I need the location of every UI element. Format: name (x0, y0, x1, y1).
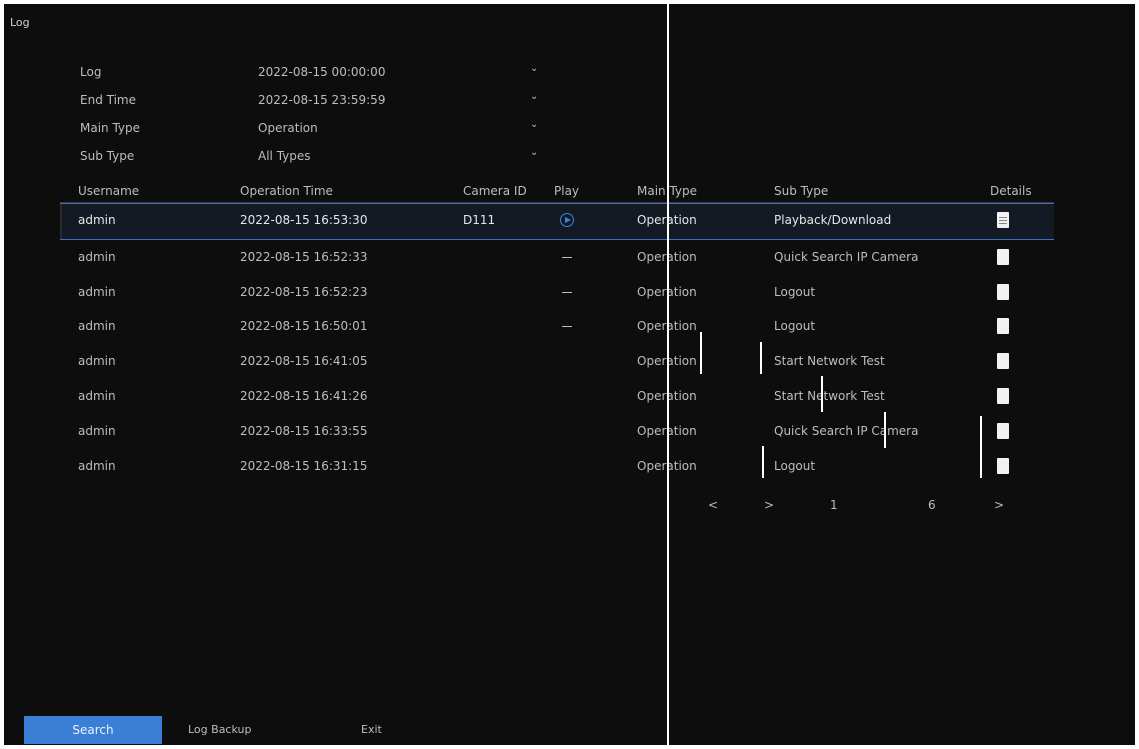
selection-edge (60, 204, 62, 239)
cell-sub-type: Playback/Download (774, 213, 892, 227)
table-row[interactable]: admin 2022-08-15 16:52:23 Operation Logo… (60, 276, 1054, 311)
filter-start-time[interactable]: Log 2022-08-15 00:00:00 ⌄ (80, 62, 560, 84)
play-unavailable-dash (562, 326, 572, 327)
search-button[interactable]: Search (24, 716, 162, 744)
table-row[interactable]: admin 2022-08-15 16:41:05 Operation Star… (60, 345, 1054, 380)
details-icon[interactable] (997, 212, 1009, 228)
play-unavailable-dash (562, 257, 572, 258)
cell-sub-type: Quick Search IP Camera (774, 250, 919, 264)
cell-sub-type: Logout (774, 285, 816, 299)
play-unavailable-dash (562, 292, 572, 293)
filter-label: Sub Type (80, 149, 135, 163)
cell-camera-id: D111 (463, 213, 496, 227)
details-icon[interactable] (997, 458, 1009, 474)
vertical-divider (980, 416, 982, 450)
filter-end-time[interactable]: End Time 2022-08-15 23:59:59 ⌄ (80, 90, 560, 112)
cell-operation-time: 2022-08-15 16:50:01 (240, 319, 368, 333)
table-row[interactable]: admin 2022-08-15 16:41:26 Operation Star… (60, 380, 1054, 415)
table-row[interactable]: admin 2022-08-15 16:33:55 Operation Quic… (60, 415, 1054, 450)
header-sub-type: Sub Type (774, 184, 829, 198)
vertical-divider (980, 448, 982, 478)
cell-operation-time: 2022-08-15 16:53:30 (240, 213, 368, 227)
filter-label: End Time (80, 93, 136, 107)
details-icon[interactable] (997, 423, 1009, 439)
table-row[interactable]: admin 2022-08-15 16:52:33 Operation Quic… (60, 241, 1054, 276)
cell-username: admin (78, 389, 116, 403)
exit-button[interactable]: Exit (361, 723, 382, 736)
prev-page-button[interactable]: > (764, 498, 774, 516)
cell-operation-time: 2022-08-15 16:52:23 (240, 285, 368, 299)
chevron-down-icon[interactable]: ⌄ (530, 119, 538, 130)
first-page-button[interactable]: < (708, 498, 718, 516)
filter-value[interactable]: Operation (258, 121, 318, 135)
details-icon[interactable] (997, 353, 1009, 369)
log-backup-button[interactable]: Log Backup (188, 723, 251, 736)
filter-label: Main Type (80, 121, 141, 135)
filter-value[interactable]: 2022-08-15 23:59:59 (258, 93, 385, 107)
cell-username: admin (78, 354, 116, 368)
cell-sub-type: Logout (774, 459, 816, 473)
header-camera-id: Camera ID (463, 184, 527, 198)
cell-operation-time: 2022-08-15 16:33:55 (240, 424, 368, 438)
header-operation-time: Operation Time (240, 184, 333, 198)
header-details: Details (990, 184, 1032, 198)
details-icon[interactable] (997, 318, 1009, 334)
cell-username: admin (78, 250, 116, 264)
table-row[interactable]: admin 2022-08-15 16:50:01 Operation Logo… (60, 310, 1054, 345)
cell-operation-time: 2022-08-15 16:31:15 (240, 459, 368, 473)
vertical-divider (667, 0, 669, 749)
filter-value[interactable]: All Types (258, 149, 311, 163)
log-screen: Log Log 2022-08-15 00:00:00 ⌄ End Time 2… (4, 4, 1135, 745)
vertical-divider (884, 412, 886, 448)
window-title: Log (10, 16, 30, 29)
table-row[interactable]: admin 2022-08-15 16:53:30 D111 Operation… (60, 203, 1054, 240)
vertical-divider (760, 342, 762, 374)
cell-username: admin (78, 424, 116, 438)
details-icon[interactable] (997, 249, 1009, 265)
vertical-divider (821, 376, 823, 412)
total-pages: 6 (928, 498, 936, 512)
cell-sub-type: Quick Search IP Camera (774, 424, 919, 438)
chevron-down-icon[interactable]: ⌄ (530, 91, 538, 102)
cell-username: admin (78, 285, 116, 299)
cell-sub-type: Logout (774, 319, 816, 333)
cell-operation-time: 2022-08-15 16:41:05 (240, 354, 368, 368)
table-row[interactable]: admin 2022-08-15 16:31:15 Operation Logo… (60, 450, 1054, 485)
current-page[interactable]: 1 (830, 498, 838, 516)
header-username: Username (78, 184, 140, 198)
filter-main-type[interactable]: Main Type Operation ⌄ (80, 118, 560, 140)
chevron-down-icon[interactable]: ⌄ (530, 63, 538, 74)
table-header: Username Operation Time Camera ID Play M… (60, 182, 1054, 203)
filter-label: Log (80, 65, 102, 79)
next-page-button[interactable]: > (994, 498, 1004, 516)
cell-operation-time: 2022-08-15 16:41:26 (240, 389, 368, 403)
play-icon[interactable] (560, 213, 574, 227)
chevron-down-icon[interactable]: ⌄ (530, 147, 538, 158)
details-icon[interactable] (997, 388, 1009, 404)
cell-sub-type: Start Network Test (774, 389, 885, 403)
filter-value[interactable]: 2022-08-15 00:00:00 (258, 65, 385, 79)
cell-username: admin (78, 319, 116, 333)
header-play: Play (554, 184, 580, 198)
cell-operation-time: 2022-08-15 16:52:33 (240, 250, 368, 264)
details-icon[interactable] (997, 284, 1009, 300)
cell-username: admin (78, 459, 116, 473)
cell-username: admin (78, 213, 116, 227)
vertical-divider (762, 446, 764, 478)
cell-sub-type: Start Network Test (774, 354, 885, 368)
vertical-divider (700, 332, 702, 374)
filter-sub-type[interactable]: Sub Type All Types ⌄ (80, 146, 560, 168)
